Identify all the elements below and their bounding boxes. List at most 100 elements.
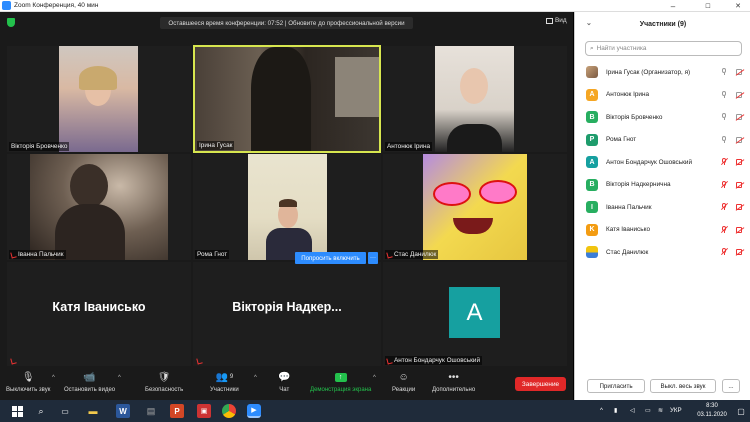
collapse-chevron-icon[interactable]: ⌄	[586, 19, 592, 27]
background-door	[335, 57, 379, 117]
participant-row[interactable]: B Вікторія Бровченко	[575, 106, 750, 129]
mute-all-button[interactable]: Выкл. весь звук	[650, 379, 716, 393]
mute-button[interactable]: 🎙 Выключить звук	[6, 370, 51, 394]
tile-name-label: Рома Гнот	[195, 250, 230, 259]
notifications-icon[interactable]: ▢	[734, 404, 748, 418]
video-tile-viktoriia-brovchenko[interactable]: Вікторія Бровченко	[7, 46, 191, 152]
reactions-button[interactable]: ☺ Реакции	[392, 370, 415, 394]
wifi-icon[interactable]: ≋	[658, 407, 663, 414]
video-tile-iryna-husak[interactable]: Ірина Гусак	[193, 45, 381, 153]
video-tile-ivanna-palchyk[interactable]: Іванна Пальчик	[7, 154, 191, 260]
participant-name: Вікторія Надкернична	[606, 181, 671, 189]
panel-more-button[interactable]: ...	[722, 379, 740, 393]
participant-row[interactable]: I Іванна Пальчик	[575, 196, 750, 219]
tile-name-label	[9, 357, 18, 365]
tile-more-button[interactable]: ···	[368, 252, 378, 264]
mic-on-icon[interactable]	[721, 135, 727, 144]
participant-row[interactable]: Стас Данилюк	[575, 241, 750, 264]
mic-muted-icon[interactable]	[721, 248, 727, 256]
chat-button[interactable]: 💬 Чат	[278, 370, 290, 394]
view-label: Вид	[555, 17, 567, 24]
taskbar-clock[interactable]: 8:30 03.11.2020	[697, 402, 727, 420]
participant-search[interactable]: ⌕	[585, 41, 742, 56]
video-tile-stas-danyliuk[interactable]: Стас Данилюк	[383, 154, 567, 260]
participant-row[interactable]: K Катя Іванисько	[575, 219, 750, 242]
end-meeting-button[interactable]: Завершение	[515, 377, 566, 391]
word-icon[interactable]: W	[116, 404, 130, 418]
camera-off-icon[interactable]	[736, 226, 744, 233]
invite-button[interactable]: Пригласить	[587, 379, 645, 393]
camera-on-icon[interactable]	[736, 91, 744, 98]
mic-on-icon[interactable]	[721, 90, 727, 99]
more-options-button[interactable]: ••• Дополнительно	[432, 370, 476, 394]
share-screen-button[interactable]: ↑ Демонстрация экрана	[310, 370, 371, 393]
encryption-shield-icon[interactable]	[7, 18, 15, 27]
participant-name: Стас Данилюк	[606, 248, 649, 256]
battery-icon[interactable]: ▭	[645, 407, 651, 414]
task-view-icon[interactable]: ▭	[58, 404, 72, 418]
mic-on-icon[interactable]	[721, 113, 727, 121]
mic-on-icon[interactable]	[721, 68, 727, 76]
store-icon[interactable]: ▤	[144, 404, 158, 418]
video-tile-antoniuk-iryna[interactable]: Антонюк Ірина	[383, 46, 567, 152]
video-camera-icon: 📹	[83, 371, 96, 383]
tray-overflow-icon[interactable]: ^	[600, 407, 603, 414]
camera-off-icon[interactable]	[736, 249, 744, 256]
mic-muted-icon	[10, 250, 17, 259]
powerpoint-icon[interactable]: P	[170, 404, 184, 418]
mute-label: Выключить звук	[6, 387, 51, 393]
meeting-area: Оставшееся время конференции: 07:52 | Об…	[0, 12, 573, 366]
participants-icon: 👥 9	[215, 371, 234, 383]
zoom-app-icon	[2, 1, 11, 10]
windows-start-icon[interactable]	[10, 404, 24, 418]
mic-muted-icon[interactable]	[721, 203, 727, 211]
video-tile-anton-bondarchuk[interactable]: A Антон Бондарчук Ошовський	[383, 262, 567, 366]
participant-search-input[interactable]	[596, 45, 737, 52]
camera-off-icon[interactable]	[736, 159, 744, 166]
mic-muted-icon[interactable]	[721, 180, 727, 189]
video-tile-viktoriia-nadkernychna[interactable]: Вікторія Надкер...	[193, 262, 381, 366]
mic-muted-icon[interactable]	[721, 225, 727, 234]
keyboard-language[interactable]: УКР	[670, 407, 682, 414]
share-options-caret-icon[interactable]: ^	[373, 375, 376, 381]
camera-on-icon[interactable]	[736, 114, 744, 121]
network-icon[interactable]: ▮	[614, 407, 617, 414]
mic-muted-icon[interactable]	[721, 158, 727, 166]
video-options-caret-icon[interactable]: ^	[118, 375, 121, 381]
camera-off-icon[interactable]	[736, 181, 744, 188]
participants-options-caret-icon[interactable]: ^	[254, 375, 257, 381]
view-button[interactable]: Вид	[546, 17, 567, 24]
participant-avatar: P	[586, 133, 598, 146]
zoom-taskbar-icon[interactable]: ▶	[247, 404, 261, 418]
chrome-icon[interactable]	[222, 404, 236, 418]
security-button[interactable]: 🛡 Безопасность	[145, 370, 183, 394]
camera-on-icon[interactable]	[736, 136, 744, 143]
more-label: Дополнительно	[432, 387, 476, 393]
participant-row[interactable]: P Рома Гнот	[575, 129, 750, 152]
participant-row[interactable]: Ірина Гусак (Организатор, я)	[575, 61, 750, 84]
ellipsis-icon: •••	[448, 371, 459, 383]
participants-label: Участники	[210, 387, 239, 393]
audio-options-caret-icon[interactable]: ^	[52, 375, 55, 381]
stop-video-button[interactable]: 📹 Остановить видео	[64, 370, 115, 394]
minimize-button[interactable]: –	[662, 0, 684, 12]
title-bar: Zoom Конференция, 40 мин – ☐ ✕	[0, 0, 750, 12]
ask-to-start-video-button[interactable]: Попросить включить	[295, 252, 366, 264]
video-tile-katia-ivanysko[interactable]: Катя Іванисько	[7, 262, 191, 366]
participant-video	[195, 47, 379, 151]
left-glasses-lens	[433, 182, 471, 206]
participants-button[interactable]: 👥 9 Участники	[210, 370, 239, 394]
search-icon[interactable]: ⌕	[34, 404, 48, 418]
participant-row[interactable]: A Антон Бондарчук Ошовський	[575, 151, 750, 174]
remaining-time-banner[interactable]: Оставшееся время конференции: 07:52 | Об…	[160, 17, 413, 29]
maximize-button[interactable]: ☐	[697, 0, 719, 12]
close-window-button[interactable]: ✕	[727, 0, 749, 12]
photos-icon[interactable]: ▣	[197, 404, 211, 418]
volume-icon[interactable]: ◁	[630, 407, 635, 414]
file-explorer-icon[interactable]: ▬	[86, 404, 100, 418]
camera-on-icon[interactable]	[736, 69, 744, 76]
participant-row[interactable]: A Антонюк Ірина	[575, 84, 750, 107]
participant-row[interactable]: B Вікторія Надкернична	[575, 174, 750, 197]
video-tile-roma-hnot[interactable]: Рома Гнот	[193, 154, 381, 260]
camera-off-icon[interactable]	[736, 204, 744, 211]
